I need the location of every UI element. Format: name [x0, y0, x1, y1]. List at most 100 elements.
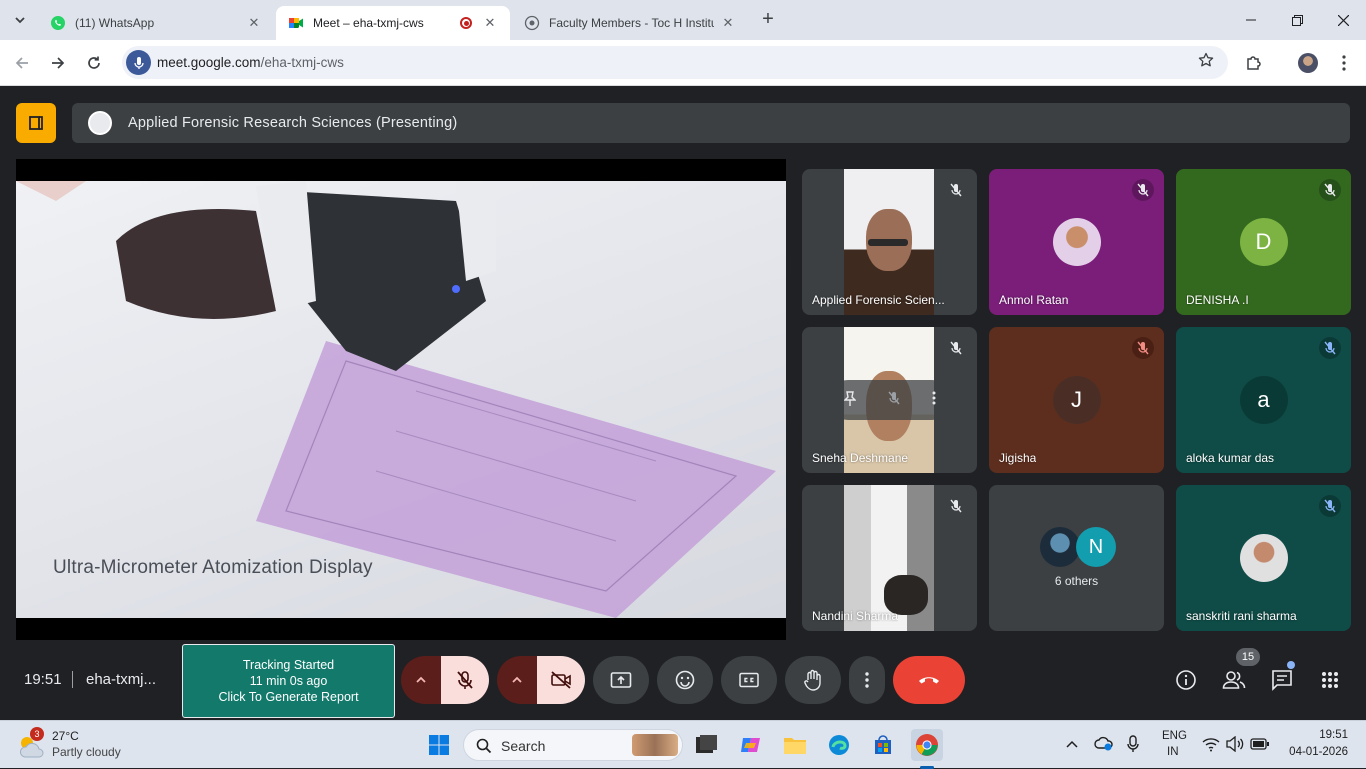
browser-toolbar: meet.google.com/eha-txmj-cws	[0, 40, 1366, 86]
meet-window: Applied Forensic Research Sciences (Pres…	[0, 87, 1366, 720]
store-icon	[875, 735, 891, 754]
show-hidden-icons[interactable]	[1062, 735, 1082, 755]
taskbar-chrome[interactable]	[911, 729, 943, 761]
onedrive-tray[interactable]	[1094, 735, 1114, 755]
terminal-icon	[696, 735, 717, 753]
search-highlight-image	[632, 734, 678, 756]
others-tile[interactable]: N 6 others	[989, 485, 1164, 631]
reactions-button[interactable]	[657, 656, 713, 704]
camera-control	[497, 656, 585, 704]
tracking-line-1: Tracking Started	[242, 658, 335, 672]
extensions-button[interactable]	[1240, 49, 1268, 77]
close-tab-icon[interactable]: ✕	[482, 15, 498, 31]
presentation-layout-icon	[29, 116, 43, 130]
language-indicator[interactable]: ENG	[1162, 730, 1187, 742]
participant-name: Sneha Deshmane	[812, 451, 909, 465]
chat-button[interactable]	[1268, 666, 1296, 694]
taskbar-edge[interactable]	[823, 729, 855, 761]
raise-hand-button[interactable]	[785, 656, 841, 704]
mic-icon	[1127, 735, 1139, 752]
mic-icon[interactable]	[126, 50, 151, 75]
taskbar-time[interactable]: 19:51	[1319, 729, 1348, 741]
back-button[interactable]	[8, 49, 36, 77]
present-screen-button[interactable]	[593, 656, 649, 704]
minimize-icon	[1246, 19, 1256, 21]
start-button[interactable]	[423, 729, 455, 761]
url-host: meet.google.com	[157, 55, 261, 70]
chat-icon	[1272, 670, 1292, 691]
reload-button[interactable]	[80, 49, 108, 77]
meeting-details-button[interactable]	[1172, 666, 1200, 694]
mic-off-icon	[945, 495, 967, 517]
audio-options-button[interactable]	[401, 656, 441, 704]
close-tab-icon[interactable]: ✕	[246, 15, 262, 31]
more-options-icon[interactable]	[932, 391, 936, 410]
participant-tile[interactable]: D DENISHA .I	[1176, 169, 1351, 315]
taskbar-store[interactable]	[867, 729, 899, 761]
taskbar-file-explorer[interactable]	[779, 729, 811, 761]
tracking-line-2: 11 min 0s ago	[249, 674, 328, 688]
arrow-right-icon	[52, 57, 65, 69]
tab-meet[interactable]: Meet – eha-txmj-cws ✕	[276, 6, 510, 40]
bookmark-star-icon[interactable]	[1198, 52, 1214, 73]
close-tab-icon[interactable]: ✕	[720, 15, 736, 31]
mic-tray[interactable]	[1126, 735, 1146, 755]
mic-off-icon	[1132, 179, 1154, 201]
forward-button[interactable]	[44, 49, 72, 77]
volume-tray[interactable]	[1226, 735, 1244, 757]
tab-whatsapp[interactable]: (11) WhatsApp ✕	[38, 6, 274, 40]
tracking-report-button[interactable]: Tracking Started 11 min 0s ago Click To …	[182, 644, 395, 718]
pin-icon[interactable]	[842, 390, 857, 410]
close-window-button[interactable]	[1320, 0, 1366, 40]
url-text: meet.google.com/eha-txmj-cws	[157, 55, 344, 70]
participant-tile[interactable]: Sneha Deshmane	[802, 327, 977, 473]
video-options-button[interactable]	[497, 656, 537, 704]
taskbar-search[interactable]: Search	[463, 729, 683, 761]
participant-tile[interactable]: Applied Forensic Scien...	[802, 169, 977, 315]
tab-search-button[interactable]	[6, 6, 34, 34]
camera-toggle-button[interactable]	[537, 656, 585, 704]
profile-avatar[interactable]	[1294, 49, 1322, 77]
participant-tile[interactable]: J Jigisha	[989, 327, 1164, 473]
hand-icon	[804, 669, 821, 691]
google-meet-icon	[289, 18, 303, 28]
minimize-button[interactable]	[1228, 0, 1274, 40]
tile-hover-controls	[828, 380, 952, 420]
participant-tile[interactable]: a aloka kumar das	[1176, 327, 1351, 473]
taskbar-terminal[interactable]	[690, 729, 722, 761]
avatar: J	[1052, 376, 1101, 424]
tab-title: Meet – eha-txmj-cws	[313, 16, 424, 30]
battery-icon	[1250, 738, 1269, 750]
participant-tile[interactable]: Nandini Sharma	[802, 485, 977, 631]
tab-faculty-members[interactable]: Faculty Members - Toc H Institu ✕	[512, 6, 748, 40]
mic-toggle-button[interactable]	[441, 656, 489, 704]
participant-name: Applied Forensic Scien...	[812, 293, 945, 307]
participant-tile[interactable]: sanskriti rani sharma	[1176, 485, 1351, 631]
chrome-menu-button[interactable]	[1330, 49, 1358, 77]
taskbar-copilot[interactable]	[735, 729, 767, 761]
weather-widget[interactable]: 3 27°C Partly cloudy	[10, 721, 130, 769]
more-options-button[interactable]	[849, 656, 885, 704]
site-icon	[524, 15, 540, 31]
emoji-icon	[675, 670, 695, 690]
meeting-clock: 19:51	[24, 671, 62, 688]
restore-button[interactable]	[1274, 0, 1320, 40]
address-bar[interactable]: meet.google.com/eha-txmj-cws	[122, 46, 1228, 79]
new-tab-button[interactable]: +	[758, 9, 778, 29]
participant-name: Anmol Ratan	[999, 293, 1069, 307]
closed-caption-icon	[739, 672, 759, 688]
region-indicator: IN	[1167, 746, 1179, 758]
participant-name: aloka kumar das	[1186, 451, 1275, 465]
browser-tab-strip: (11) WhatsApp ✕ Meet – eha-txmj-cws ✕ Fa…	[0, 0, 1366, 40]
presenting-badge[interactable]	[16, 103, 56, 143]
present-to-all-icon	[610, 672, 632, 688]
participant-name: Jigisha	[999, 451, 1037, 465]
battery-tray[interactable]	[1250, 737, 1270, 756]
people-button[interactable]	[1220, 666, 1248, 694]
mute-participant-icon[interactable]	[887, 391, 901, 410]
leave-call-button[interactable]	[893, 656, 965, 704]
participant-tile[interactable]: Anmol Ratan	[989, 169, 1164, 315]
activities-button[interactable]	[1316, 666, 1344, 694]
captions-button[interactable]	[721, 656, 777, 704]
network-tray[interactable]	[1202, 736, 1220, 757]
